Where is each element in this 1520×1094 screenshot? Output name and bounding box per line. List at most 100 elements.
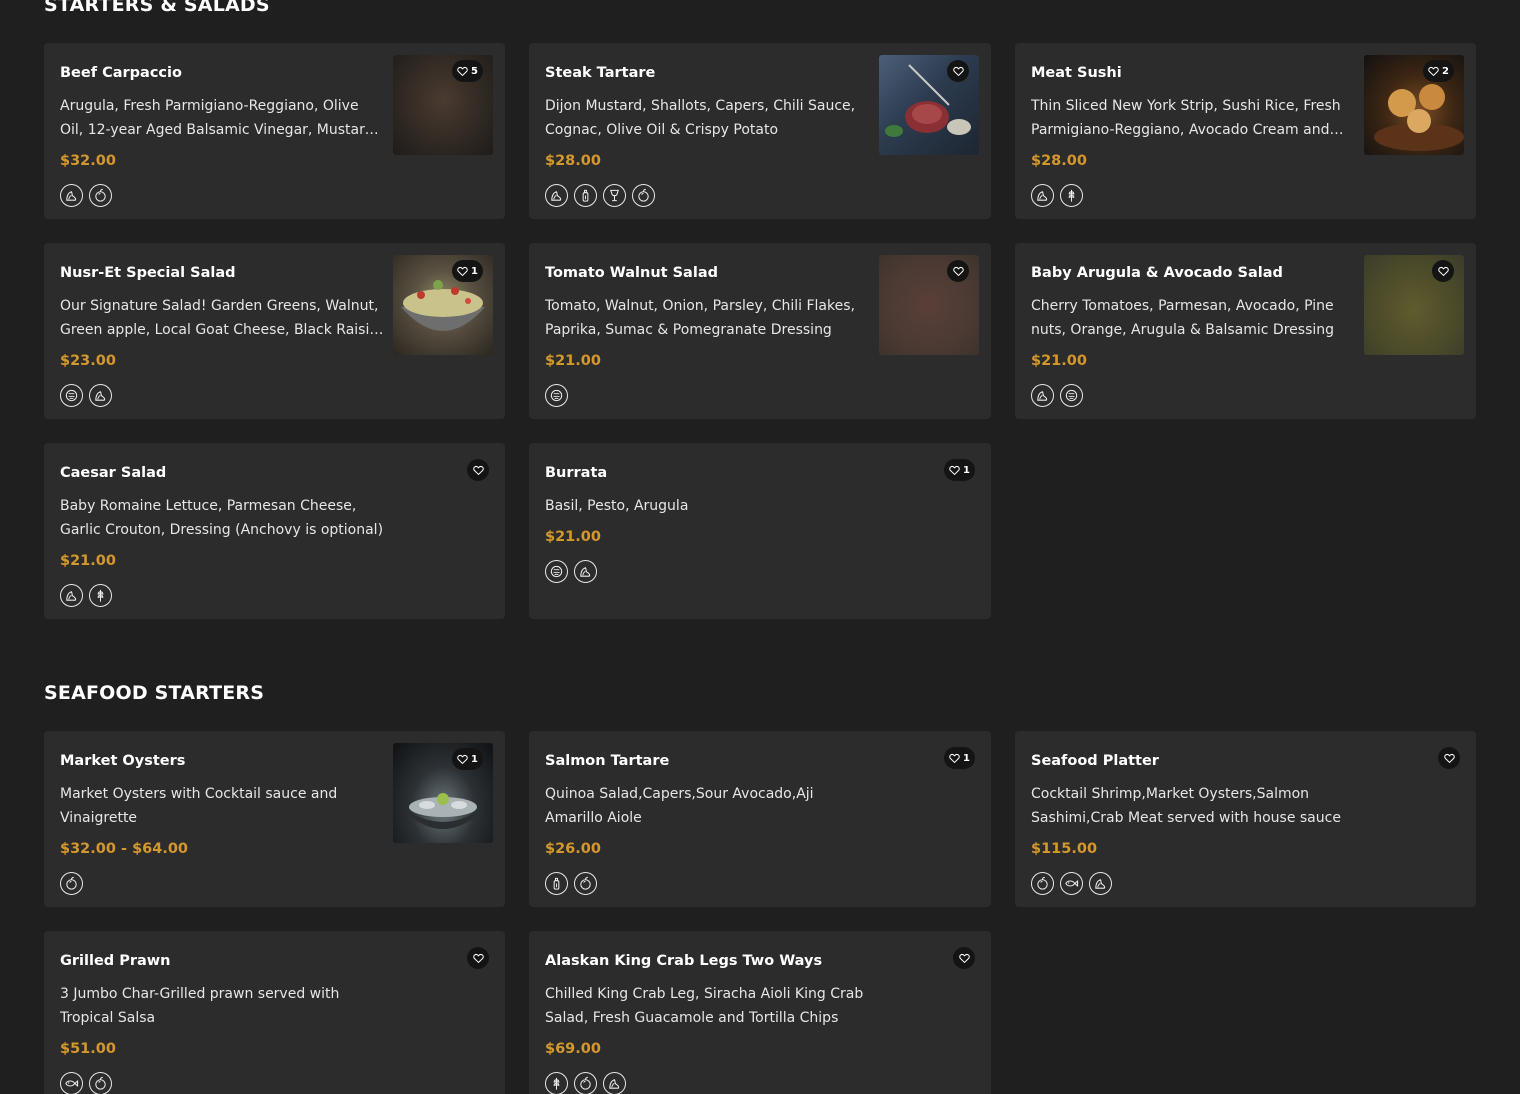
favorite-button[interactable]	[947, 260, 969, 282]
favorite-button[interactable]	[467, 947, 489, 969]
favorite-count: 1	[963, 752, 970, 764]
dairy-icon	[89, 384, 112, 407]
dairy-icon	[1031, 384, 1054, 407]
favorite-count: 1	[471, 265, 478, 277]
menu-item-body: Salmon Tartare Quinoa Salad,Capers,Sour …	[545, 751, 871, 895]
menu-item-price: $28.00	[1031, 153, 1087, 169]
menu-item-card[interactable]: Nusr-Et Special Salad Our Signature Sala…	[44, 243, 505, 419]
menu-item-description: Arugula, Fresh Parmigiano-Reggiano, Oliv…	[60, 98, 378, 138]
menu-item-body: Steak Tartare Dijon Mustard, Shallots, C…	[545, 63, 871, 207]
favorite-button[interactable]	[953, 947, 975, 969]
fish-icon	[1060, 872, 1083, 895]
nuts-icon	[60, 384, 83, 407]
dairy-icon	[1031, 184, 1054, 207]
favorite-button[interactable]: 5	[452, 60, 483, 82]
menu-item-body: Caesar Salad Baby Romaine Lettuce, Parme…	[60, 463, 386, 607]
menu-item-price: $21.00	[545, 529, 601, 545]
menu-item-name: Tomato Walnut Salad	[545, 265, 718, 281]
menu-item-name: Market Oysters	[60, 753, 186, 769]
gluten-icon	[1060, 184, 1083, 207]
menu-item-description: Tomato, Walnut, Onion, Parsley, Chili Fl…	[545, 298, 855, 338]
menu-item-name: Burrata	[545, 465, 608, 481]
menu-item-card[interactable]: Beef Carpaccio Arugula, Fresh Parmigiano…	[44, 43, 505, 219]
allergen-tags	[1031, 184, 1357, 207]
mustard-icon	[632, 184, 655, 207]
menu-item-description: Basil, Pesto, Arugula	[545, 498, 689, 514]
favorite-button[interactable]	[947, 60, 969, 82]
menu-item-price: $21.00	[545, 353, 601, 369]
menu-item-price: $21.00	[60, 553, 116, 569]
dairy-icon	[574, 560, 597, 583]
heart-icon	[473, 465, 484, 476]
menu-item-card[interactable]: Steak Tartare Dijon Mustard, Shallots, C…	[529, 43, 991, 219]
heart-icon	[959, 953, 970, 964]
heart-icon	[953, 66, 964, 77]
menu-item-body: Alaskan King Crab Legs Two Ways Chilled …	[545, 951, 871, 1094]
heart-icon	[949, 753, 960, 764]
mustard-icon	[574, 872, 597, 895]
dairy-icon	[60, 584, 83, 607]
menu-item-name: Meat Sushi	[1031, 65, 1122, 81]
gluten-icon	[545, 1072, 568, 1094]
menu-item-card[interactable]: Burrata Basil, Pesto, Arugula $21.00 1	[529, 443, 991, 619]
menu-item-price: $28.00	[545, 153, 601, 169]
menu-item-card[interactable]: Alaskan King Crab Legs Two Ways Chilled …	[529, 931, 991, 1094]
menu-item-body: Burrata Basil, Pesto, Arugula $21.00	[545, 463, 871, 583]
menu-item-body: Grilled Prawn 3 Jumbo Char-Grilled prawn…	[60, 951, 386, 1094]
heart-icon	[1444, 753, 1455, 764]
menu-item-card[interactable]: Meat Sushi Thin Sliced New York Strip, S…	[1015, 43, 1476, 219]
menu-item-card[interactable]: Seafood Platter Cocktail Shrimp,Market O…	[1015, 731, 1476, 907]
allergen-tags	[545, 184, 871, 207]
menu-item-body: Tomato Walnut Salad Tomato, Walnut, Onio…	[545, 263, 871, 407]
favorite-button[interactable]: 1	[452, 748, 483, 770]
menu-item-card[interactable]: Tomato Walnut Salad Tomato, Walnut, Onio…	[529, 243, 991, 419]
allergen-tags	[60, 184, 386, 207]
favorite-button[interactable]: 1	[452, 260, 483, 282]
menu-item-card[interactable]: Caesar Salad Baby Romaine Lettuce, Parme…	[44, 443, 505, 619]
dairy-icon	[60, 184, 83, 207]
menu-item-description: Market Oysters with Cocktail sauce and V…	[60, 786, 338, 826]
heart-icon	[1438, 266, 1449, 277]
fish-icon	[60, 1072, 83, 1094]
menu-item-card[interactable]: Market Oysters Market Oysters with Cockt…	[44, 731, 505, 907]
menu-item-card[interactable]: Baby Arugula & Avocado Salad Cherry Toma…	[1015, 243, 1476, 419]
allergen-tags	[60, 384, 386, 407]
menu-item-body: Meat Sushi Thin Sliced New York Strip, S…	[1031, 63, 1357, 207]
nuts-icon	[545, 560, 568, 583]
menu-item-name: Caesar Salad	[60, 465, 167, 481]
menu-item-price: $21.00	[1031, 353, 1087, 369]
section-title-seafood: SEAFOOD STARTERS	[44, 682, 265, 704]
mustard-icon	[60, 872, 83, 895]
favorite-button[interactable]: 2	[1423, 60, 1454, 82]
menu-item-name: Beef Carpaccio	[60, 65, 182, 81]
menu-item-card[interactable]: Salmon Tartare Quinoa Salad,Capers,Sour …	[529, 731, 991, 907]
favorite-count: 2	[1442, 65, 1449, 77]
allergen-tags	[1031, 872, 1357, 895]
heart-icon	[457, 754, 468, 765]
menu-item-price: $32.00	[60, 153, 116, 169]
menu-item-body: Beef Carpaccio Arugula, Fresh Parmigiano…	[60, 63, 386, 207]
favorite-button[interactable]	[1438, 747, 1460, 769]
menu-item-name: Salmon Tartare	[545, 753, 670, 769]
menu-item-name: Seafood Platter	[1031, 753, 1159, 769]
favorite-count: 5	[471, 65, 478, 77]
favorite-button[interactable]: 1	[944, 459, 975, 481]
menu-item-body: Seafood Platter Cocktail Shrimp,Market O…	[1031, 751, 1357, 895]
heart-icon	[473, 953, 484, 964]
alcohol-icon	[603, 184, 626, 207]
favorite-button[interactable]: 1	[944, 747, 975, 769]
menu-item-name: Baby Arugula & Avocado Salad	[1031, 265, 1283, 281]
heart-icon	[457, 66, 468, 77]
allergen-tags	[545, 560, 871, 583]
favorite-button[interactable]	[467, 459, 489, 481]
menu-item-card[interactable]: Grilled Prawn 3 Jumbo Char-Grilled prawn…	[44, 931, 505, 1094]
menu-item-description: Baby Romaine Lettuce, Parmesan Cheese, G…	[60, 498, 384, 538]
favorite-button[interactable]	[1432, 260, 1454, 282]
dairy-icon	[603, 1072, 626, 1094]
celery-icon	[574, 184, 597, 207]
allergen-tags	[545, 384, 871, 407]
menu-grid-starters: Beef Carpaccio Arugula, Fresh Parmigiano…	[44, 43, 1476, 619]
menu-item-description: 3 Jumbo Char-Grilled prawn served with T…	[60, 986, 340, 1026]
celery-icon	[545, 872, 568, 895]
allergen-tags	[60, 1072, 386, 1094]
